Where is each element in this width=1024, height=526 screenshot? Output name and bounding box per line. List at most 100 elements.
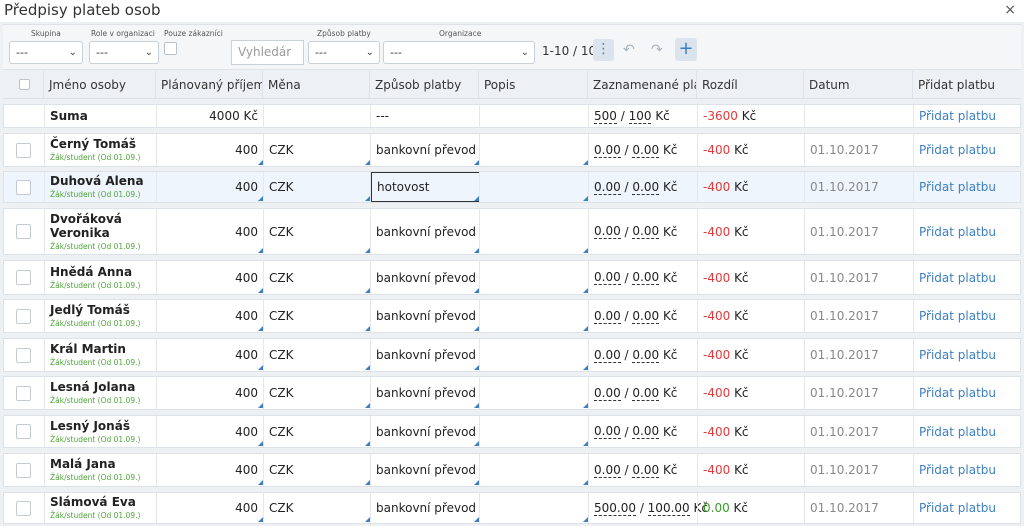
search-input[interactable]: Vyhledár <box>231 40 304 65</box>
row-checkbox[interactable] <box>16 348 31 363</box>
table-row[interactable]: Hnědá Anna Žák/student (Od 01.09.) 400 CZK b… <box>3 260 1021 295</box>
currency-cell[interactable]: CZK <box>263 454 371 486</box>
recorded-b[interactable]: 0.00 <box>632 180 660 195</box>
currency-cell[interactable]: CZK <box>263 377 371 409</box>
method-cell[interactable]: bankovní převod <box>370 134 480 166</box>
row-checkbox[interactable] <box>16 463 31 478</box>
planned-cell[interactable]: 400 <box>156 454 264 486</box>
recorded-b[interactable]: 0.00 <box>632 224 660 239</box>
add-payment-link[interactable]: Přidat platbu <box>919 425 996 439</box>
close-icon[interactable]: × <box>1004 2 1016 18</box>
recorded-b[interactable]: 0.00 <box>632 143 660 158</box>
payment-filter-select[interactable]: --- ⌄ <box>308 41 380 64</box>
currency-cell[interactable]: CZK <box>263 172 371 202</box>
customers-only-checkbox[interactable] <box>164 42 177 55</box>
add-payment-link[interactable]: Přidat platbu <box>919 225 996 239</box>
table-row[interactable]: Lesná Jolana Žák/student (Od 01.09.) 400 CZ… <box>3 376 1021 410</box>
add-payment-link[interactable]: Přidat platbu <box>919 143 996 157</box>
description-cell[interactable] <box>479 377 589 409</box>
description-cell[interactable] <box>479 172 589 202</box>
row-checkbox[interactable] <box>16 180 31 195</box>
method-cell[interactable]: bankovní převod <box>370 300 480 332</box>
add-payment-link[interactable]: Přidat platbu <box>919 463 996 477</box>
more-options-button[interactable]: ⋮ <box>593 39 614 61</box>
table-row[interactable]: Malá Jana Žák/student (Od 01.09.) 400 CZK ba… <box>3 453 1021 487</box>
method-cell[interactable]: hotovost <box>370 172 480 202</box>
org-filter-select[interactable]: --- ⌄ <box>383 41 535 64</box>
method-cell[interactable]: bankovní převod <box>370 454 480 486</box>
add-payment-link[interactable]: Přidat platbu <box>919 309 996 323</box>
recorded-b[interactable]: 0.00 <box>632 424 660 439</box>
table-row[interactable]: Král Martin Žák/student (Od 01.09.) 400 CZK… <box>3 338 1021 372</box>
column-header-description[interactable]: Popis <box>478 71 588 99</box>
planned-cell[interactable]: 400 <box>156 261 264 294</box>
currency-cell[interactable]: CZK <box>263 339 371 371</box>
method-cell[interactable]: bankovní převod <box>370 339 480 371</box>
description-cell[interactable] <box>479 339 589 371</box>
table-row[interactable]: Duhová Alena Žák/student (Od 01.09.) 400 CZ… <box>3 171 1021 203</box>
add-payment-link[interactable]: Přidat platbu <box>919 348 996 362</box>
planned-cell[interactable]: 400 <box>156 377 264 409</box>
description-cell[interactable] <box>479 134 589 166</box>
recorded-b[interactable]: 0.00 <box>632 348 660 363</box>
description-cell[interactable] <box>479 454 589 486</box>
planned-cell[interactable]: 400 <box>156 339 264 371</box>
method-cell[interactable]: bankovní převod <box>370 493 480 523</box>
row-checkbox[interactable] <box>16 386 31 401</box>
currency-cell[interactable]: CZK <box>263 134 371 166</box>
table-row[interactable]: Lesný Jonáš Žák/student (Od 01.09.) 400 CZK… <box>3 415 1021 448</box>
column-header-name[interactable]: Jméno osoby <box>43 71 156 99</box>
recorded-a[interactable]: 0.00 <box>594 224 621 239</box>
column-header-currency[interactable]: Měna <box>262 71 370 99</box>
summary-recorded-b[interactable]: 100 <box>628 109 652 124</box>
row-checkbox[interactable] <box>16 309 31 324</box>
recorded-b[interactable]: 0.00 <box>632 463 660 478</box>
group-filter-select[interactable]: --- ⌄ <box>9 41 83 64</box>
recorded-b[interactable]: 0.00 <box>632 386 660 401</box>
add-payment-link[interactable]: Přidat platbu <box>919 386 996 400</box>
role-filter-select[interactable]: --- ⌄ <box>89 41 159 64</box>
planned-cell[interactable]: 400 <box>156 209 264 254</box>
row-checkbox[interactable] <box>16 424 31 439</box>
add-button[interactable]: + <box>675 38 697 61</box>
row-checkbox[interactable] <box>16 143 31 158</box>
row-checkbox[interactable] <box>16 270 31 285</box>
planned-cell[interactable]: 400 <box>156 493 264 523</box>
method-cell[interactable]: bankovní převod <box>370 209 480 254</box>
currency-cell[interactable]: CZK <box>263 261 371 294</box>
currency-cell[interactable]: CZK <box>263 209 371 254</box>
currency-cell[interactable]: CZK <box>263 416 371 447</box>
method-cell[interactable]: bankovní převod <box>370 261 480 294</box>
table-row[interactable]: Jedlý Tomáš Žák/student (Od 01.09.) 400 CZK… <box>3 299 1021 333</box>
column-header-planned[interactable]: Plánovaný příjem <box>155 71 263 99</box>
recorded-a[interactable]: 0.00 <box>594 270 621 285</box>
column-header-difference[interactable]: Rozdíl <box>696 71 804 99</box>
description-cell[interactable] <box>479 300 589 332</box>
description-cell[interactable] <box>479 209 589 254</box>
method-cell[interactable]: bankovní převod <box>370 377 480 409</box>
summary-add-payment-link[interactable]: Přidat platbu <box>919 109 996 123</box>
method-edit-box[interactable]: hotovost <box>371 172 480 202</box>
row-checkbox[interactable] <box>16 501 31 516</box>
planned-cell[interactable]: 400 <box>156 300 264 332</box>
planned-cell[interactable]: 400 <box>156 416 264 447</box>
recorded-a[interactable]: 500.00 <box>594 501 636 516</box>
planned-cell[interactable]: 400 <box>156 134 264 166</box>
add-payment-link[interactable]: Přidat platbu <box>919 271 996 285</box>
recorded-a[interactable]: 0.00 <box>594 309 621 324</box>
method-cell[interactable]: bankovní převod <box>370 416 480 447</box>
column-header-date[interactable]: Datum <box>803 71 913 99</box>
add-payment-link[interactable]: Přidat platbu <box>919 180 996 194</box>
column-header-add-payment[interactable]: Přidat platbu <box>912 71 1021 99</box>
table-row[interactable]: Černý Tomáš Žák/student (Od 01.09.) 400 CZK… <box>3 133 1021 167</box>
column-header-method[interactable]: Způsob platby <box>369 71 479 99</box>
table-row[interactable]: Dvořáková Veronika Žák/student (Od 01.09.… <box>3 208 1021 255</box>
recorded-a[interactable]: 0.00 <box>594 424 621 439</box>
redo-icon[interactable]: ↷ <box>651 42 663 58</box>
column-header-recorded[interactable]: Zaznamenané platby <box>587 71 697 99</box>
description-cell[interactable] <box>479 493 589 523</box>
description-cell[interactable] <box>479 416 589 447</box>
table-row[interactable]: Slámová Eva Žák/student (Od 01.09.) 400 CZK… <box>3 492 1021 524</box>
recorded-a[interactable]: 0.00 <box>594 143 621 158</box>
recorded-b[interactable]: 0.00 <box>632 270 660 285</box>
